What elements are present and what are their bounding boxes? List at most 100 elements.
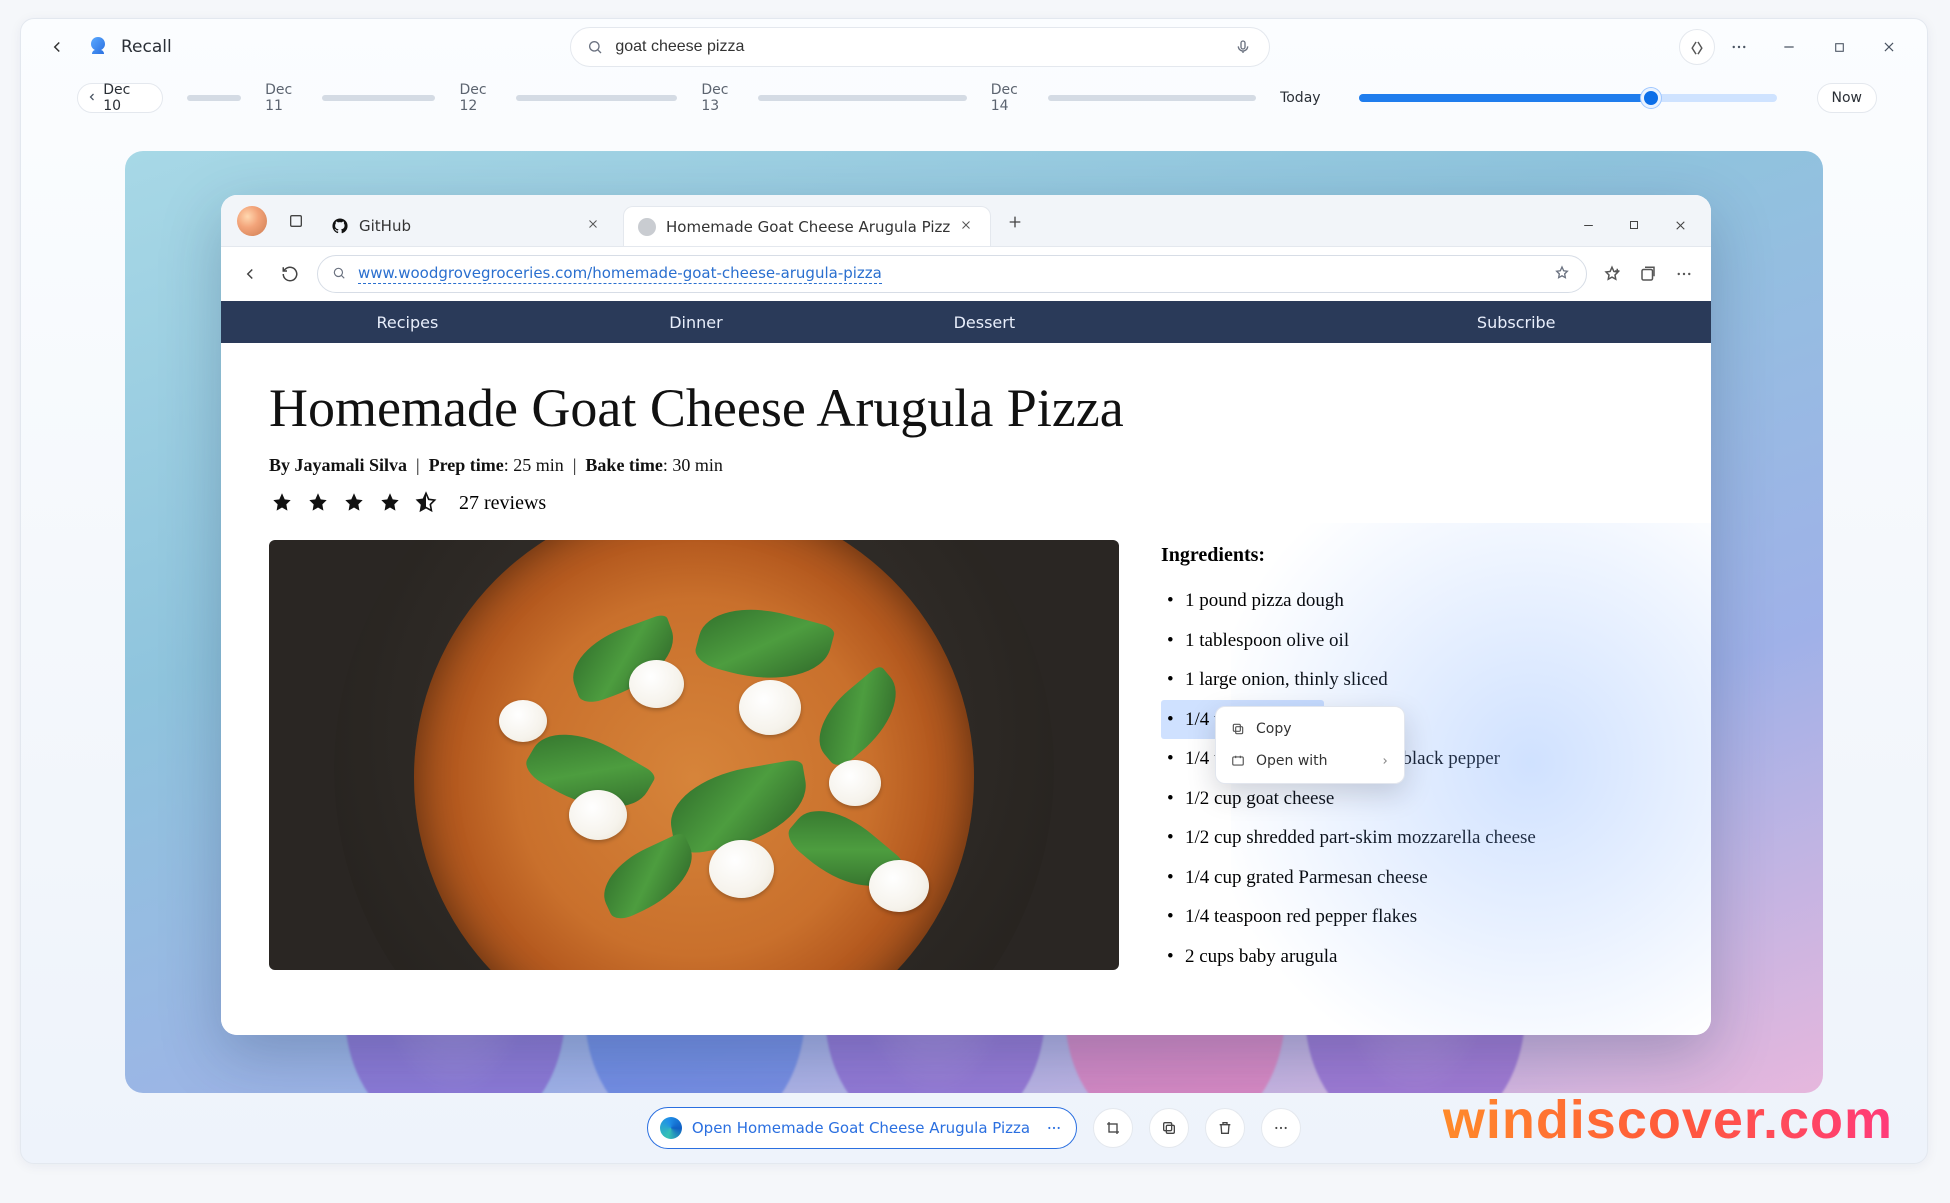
delete-button[interactable] xyxy=(1205,1108,1245,1148)
watermark: windiscover.com xyxy=(1443,1089,1893,1151)
browser-tabstrip: GitHub Homemade Goat Cheese Arugula Pizz xyxy=(221,195,1711,247)
browser-more-icon[interactable] xyxy=(1673,263,1695,285)
tab-close-icon[interactable] xyxy=(587,218,603,234)
timeline-now-button[interactable]: Now xyxy=(1817,83,1878,113)
maximize-button[interactable] xyxy=(1829,37,1849,57)
tab-close-icon[interactable] xyxy=(960,219,976,235)
site-nav: Recipes Dinner Dessert Subscribe xyxy=(221,301,1711,343)
more-actions-button[interactable] xyxy=(1261,1108,1301,1148)
tab-overview-icon[interactable] xyxy=(281,206,311,236)
star-icon xyxy=(269,490,295,516)
browser-window-controls xyxy=(1579,216,1699,234)
timeline-today-track[interactable] xyxy=(1359,94,1777,102)
tab-label: GitHub xyxy=(359,217,411,235)
open-in-app-label: Open Homemade Goat Cheese Arugula Pizza xyxy=(692,1119,1030,1137)
copy-button[interactable] xyxy=(1149,1108,1189,1148)
open-with-icon xyxy=(1230,753,1246,769)
code-toggle-button[interactable]: 〈〉 xyxy=(1679,29,1715,65)
window-controls xyxy=(1729,37,1905,57)
ingredient-item[interactable]: 1/4 teaspoon red pepper flakes xyxy=(1161,897,1542,937)
timeline-selected-date-label: Dec 10 xyxy=(103,82,150,114)
minimize-button[interactable] xyxy=(1779,37,1799,57)
browser-maximize-button[interactable] xyxy=(1625,216,1643,234)
recipe-reviews: 27 reviews xyxy=(459,492,546,515)
chevron-left-icon xyxy=(86,91,99,105)
github-icon xyxy=(331,217,349,235)
recall-logo-icon xyxy=(85,34,111,60)
edge-icon xyxy=(660,1117,682,1139)
timeline-date-label: Dec 14 xyxy=(991,82,1038,114)
open-more-icon[interactable] xyxy=(1046,1120,1062,1136)
profile-avatar[interactable] xyxy=(237,206,267,236)
browser-minimize-button[interactable] xyxy=(1579,216,1597,234)
timeline: Dec 10 Dec 11 Dec 12 Dec 13 Dec 14 Today… xyxy=(21,75,1927,121)
context-copy[interactable]: Copy xyxy=(1216,713,1404,745)
close-button[interactable] xyxy=(1879,37,1899,57)
timeline-today-label: Today xyxy=(1280,90,1321,106)
star-icon xyxy=(377,490,403,516)
ingredient-item[interactable]: 1 pound pizza dough xyxy=(1161,581,1542,621)
url-bar[interactable]: www.woodgrovegroceries.com/homemade-goat… xyxy=(317,255,1587,293)
ingredient-item[interactable]: 1/4 cup grated Parmesan cheese xyxy=(1161,858,1542,898)
mic-icon[interactable] xyxy=(1233,37,1253,57)
timeline-date-label: Dec 12 xyxy=(459,82,506,114)
tab-recipe[interactable]: Homemade Goat Cheese Arugula Pizz xyxy=(623,206,991,246)
snapshot-stage: GitHub Homemade Goat Cheese Arugula Pizz xyxy=(125,151,1823,1093)
browser-refresh-button[interactable] xyxy=(277,261,303,287)
ingredient-item[interactable]: 2 cups baby arugula xyxy=(1161,937,1542,977)
nav-subscribe[interactable]: Subscribe xyxy=(1477,313,1556,332)
timeline-date-label: Dec 11 xyxy=(265,82,312,114)
timeline-item-dec12[interactable]: Dec 12 xyxy=(459,82,677,114)
collections-icon[interactable] xyxy=(1637,263,1659,285)
ingredient-item[interactable]: 1/2 cup shredded part-skim mozzarella ch… xyxy=(1161,818,1542,858)
tab-github[interactable]: GitHub xyxy=(317,206,617,246)
open-in-app-button[interactable]: Open Homemade Goat Cheese Arugula Pizza xyxy=(647,1107,1077,1149)
ingredients-panel: Ingredients: 1 pound pizza dough1 tables… xyxy=(1161,540,1542,976)
back-button[interactable] xyxy=(43,33,71,61)
bookmark-star-icon[interactable] xyxy=(1554,265,1572,283)
timeline-selected-date[interactable]: Dec 10 xyxy=(77,83,163,113)
browser-back-button[interactable] xyxy=(237,261,263,287)
ingredient-item[interactable]: 1 tablespoon olive oil xyxy=(1161,621,1542,661)
nav-recipes[interactable]: Recipes xyxy=(376,313,438,332)
timeline-date-label: Dec 13 xyxy=(701,82,748,114)
search-icon xyxy=(587,39,603,55)
favicon-icon xyxy=(638,218,656,236)
nav-dinner[interactable]: Dinner xyxy=(669,313,722,332)
recipe-rating: 27 reviews xyxy=(221,486,1711,540)
recipe-photo xyxy=(269,540,1119,970)
ingredient-item[interactable]: 1/2 cup goat cheese xyxy=(1161,779,1542,819)
context-open-with[interactable]: Open with xyxy=(1216,745,1404,777)
chevron-right-icon xyxy=(1380,756,1390,766)
tab-label: Homemade Goat Cheese Arugula Pizz xyxy=(666,218,950,236)
nav-dessert[interactable]: Dessert xyxy=(954,313,1016,332)
timeline-item-dec11[interactable]: Dec 11 xyxy=(265,82,435,114)
app-title: Recall xyxy=(121,37,172,57)
timeline-fill-dec10[interactable] xyxy=(187,95,241,101)
new-tab-button[interactable] xyxy=(997,204,1033,240)
rating-stars xyxy=(269,490,439,516)
webpage: Homemade Goat Cheese Arugula Pizza By Ja… xyxy=(221,343,1711,1035)
timeline-item-dec13[interactable]: Dec 13 xyxy=(701,82,966,114)
browser-window: GitHub Homemade Goat Cheese Arugula Pizz xyxy=(221,195,1711,1035)
more-icon[interactable] xyxy=(1729,37,1749,57)
search-icon xyxy=(332,266,348,282)
recall-window: Recall 〈〉 xyxy=(20,18,1928,1164)
crop-button[interactable] xyxy=(1093,1108,1133,1148)
context-open-with-label: Open with xyxy=(1256,753,1328,769)
star-half-icon xyxy=(413,490,439,516)
star-icon xyxy=(305,490,331,516)
context-menu: Copy Open with xyxy=(1215,706,1405,784)
browser-toolbar: www.woodgrovegroceries.com/homemade-goat… xyxy=(221,247,1711,301)
search-bar[interactable] xyxy=(570,27,1270,67)
context-copy-label: Copy xyxy=(1256,721,1292,737)
search-input[interactable] xyxy=(615,38,1221,56)
favorites-icon[interactable] xyxy=(1601,263,1623,285)
timeline-item-dec14[interactable]: Dec 14 xyxy=(991,82,1256,114)
timeline-thumb[interactable] xyxy=(1641,88,1661,108)
copy-icon xyxy=(1230,721,1246,737)
topbar: Recall 〈〉 xyxy=(21,19,1927,75)
ingredient-item[interactable]: 1 large onion, thinly sliced xyxy=(1161,660,1542,700)
ingredients-heading: Ingredients: xyxy=(1161,544,1542,567)
browser-close-button[interactable] xyxy=(1671,216,1689,234)
